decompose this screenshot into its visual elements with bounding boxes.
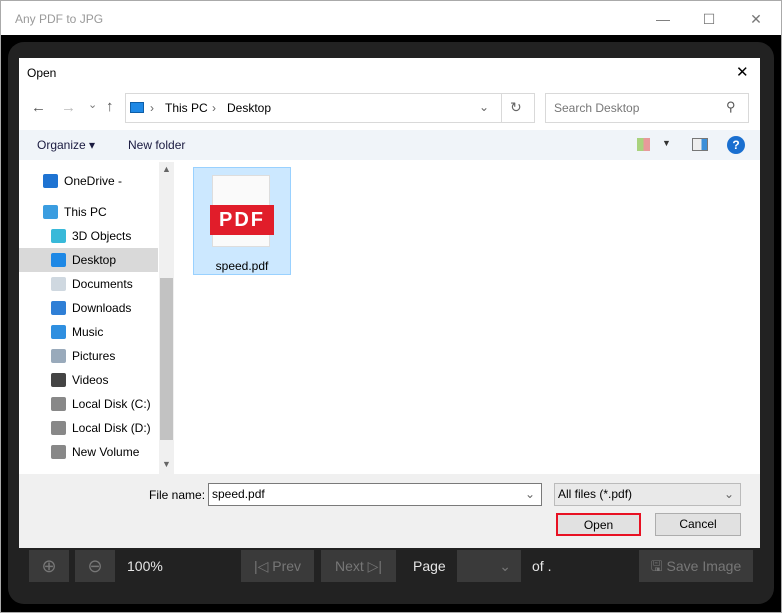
page-of-label: of . [532, 558, 552, 574]
up-button[interactable]: ↑ [106, 98, 114, 115]
next-label: Next [334, 558, 364, 574]
title-bar: Any PDF to JPG — ☐ ✕ [1, 1, 781, 35]
save-icon: 🖫 [650, 558, 667, 574]
next-button[interactable]: Next ▷| [321, 550, 396, 582]
minimize-button[interactable]: — [648, 7, 678, 31]
sidebar-item-downloads[interactable]: Downloads [19, 296, 158, 320]
drive-icon [51, 445, 66, 459]
address-dropdown-icon[interactable]: ⌄ [479, 100, 489, 114]
save-label: Save Image [666, 558, 742, 574]
sidebar-item-pictures[interactable]: Pictures [19, 344, 158, 368]
file-type-select[interactable]: All files (*.pdf) ⌄ [554, 483, 741, 506]
prev-icon: |◁ [253, 558, 273, 574]
sidebar-item-label: Videos [72, 373, 109, 387]
close-button[interactable]: ✕ [741, 7, 771, 31]
cancel-button[interactable]: Cancel [655, 513, 741, 536]
page-label: Page [413, 558, 446, 574]
save-image-button[interactable]: 🖫 Save Image [639, 550, 753, 582]
sidebar-item-label: Documents [72, 277, 133, 291]
sidebar-item-label: New Volume (E:) [72, 445, 140, 459]
sidebar-item-label: Desktop [72, 253, 117, 267]
sidebar-item-label: Local Disk (D:) [72, 421, 151, 435]
refresh-button[interactable]: ↻ [510, 99, 522, 116]
this-pc-icon [130, 102, 144, 113]
sidebar-item-label: 3D Objects [72, 229, 132, 243]
drive-icon [51, 421, 66, 435]
command-bar: Organize ▾ New folder ▼ ? [19, 130, 760, 160]
sidebar-item-label: Local Disk (C:) [72, 397, 151, 411]
search-input[interactable]: Search Desktop ⚲ [545, 93, 749, 123]
sidebar-item-onedrive-person[interactable]: OneDrive - Person [19, 169, 158, 193]
download-icon [51, 301, 66, 315]
computer-icon [43, 205, 58, 219]
breadcrumb-desktop[interactable]: Desktop [227, 101, 271, 115]
sidebar-item-desktop[interactable]: Desktop [19, 248, 158, 272]
cube-icon [51, 229, 66, 243]
maximize-button[interactable]: ☐ [694, 7, 724, 31]
sidebar-item-local-disk-d[interactable]: Local Disk (D:) [19, 416, 158, 440]
file-item-speed-pdf[interactable]: PDF speed.pdf [193, 167, 291, 275]
pictures-icon [51, 349, 66, 363]
new-folder-button[interactable]: New folder [128, 138, 185, 152]
preview-pane-icon[interactable] [692, 138, 708, 151]
help-icon[interactable]: ? [727, 136, 745, 154]
organize-menu[interactable]: Organize ▾ [37, 138, 95, 152]
dialog-title: Open [27, 66, 57, 80]
sidebar-item-videos[interactable]: Videos [19, 368, 158, 392]
file-name-label: File name: [149, 488, 206, 502]
dialog-close-button[interactable]: ✕ [736, 63, 749, 81]
file-name: speed.pdf [215, 259, 269, 273]
zoom-level: 100% [127, 558, 163, 574]
forward-button[interactable]: → [61, 99, 76, 116]
chevron-down-icon: ⌄ [723, 487, 734, 501]
sidebar-item-label: Downloads [72, 301, 132, 315]
recent-locations-button[interactable]: ⌄ [88, 98, 97, 111]
chevron-down-icon[interactable]: ⌄ [525, 484, 535, 505]
search-icon: ⚲ [726, 99, 736, 114]
prev-button[interactable]: |◁ Prev [241, 550, 314, 582]
sidebar-item-label: Music [72, 325, 104, 339]
sidebar-item-label: OneDrive - Person [64, 174, 123, 188]
videos-icon [51, 373, 66, 387]
sidebar-item-local-disk-c[interactable]: Local Disk (C:) [19, 392, 158, 416]
zoom-in-button[interactable]: ⊕ [29, 550, 69, 582]
search-placeholder: Search Desktop [554, 101, 640, 115]
sidebar-item-music[interactable]: Music [19, 320, 158, 344]
sidebar-item-documents[interactable]: Documents [19, 272, 158, 296]
sidebar-item-new-volume-e[interactable]: New Volume (E:) [19, 440, 158, 464]
next-icon: ▷| [363, 558, 383, 574]
file-type-value: All files (*.pdf) [558, 487, 633, 501]
app-title: Any PDF to JPG [15, 12, 104, 26]
file-name-input[interactable]: speed.pdf ⌄ [208, 483, 542, 506]
document-icon [51, 277, 66, 291]
open-button[interactable]: Open [556, 513, 641, 536]
file-name-value: speed.pdf [212, 487, 265, 501]
cloud-icon [43, 174, 58, 188]
zoom-out-button[interactable]: ⊖ [75, 550, 115, 582]
page-select[interactable]: ⌄ [457, 550, 521, 582]
back-button[interactable]: ← [31, 99, 46, 116]
drive-icon [51, 397, 66, 411]
pdf-badge: PDF [210, 205, 274, 235]
sidebar-item-label: This PC [64, 205, 107, 219]
sidebar-item-3d-objects[interactable]: 3D Objects [19, 224, 158, 248]
sidebar-item-this-pc[interactable]: This PC [19, 200, 158, 224]
view-options-icon[interactable] [637, 138, 650, 151]
sidebar-item-label: Pictures [72, 349, 116, 363]
music-icon [51, 325, 66, 339]
desktop-icon [51, 253, 66, 267]
prev-label: Prev [272, 558, 302, 574]
nav-scrollbar-thumb[interactable] [160, 278, 173, 440]
breadcrumb-this-pc[interactable]: This PC [165, 101, 208, 115]
address-bar[interactable]: › This PC › Desktop ⌄ ↻ [125, 93, 535, 123]
